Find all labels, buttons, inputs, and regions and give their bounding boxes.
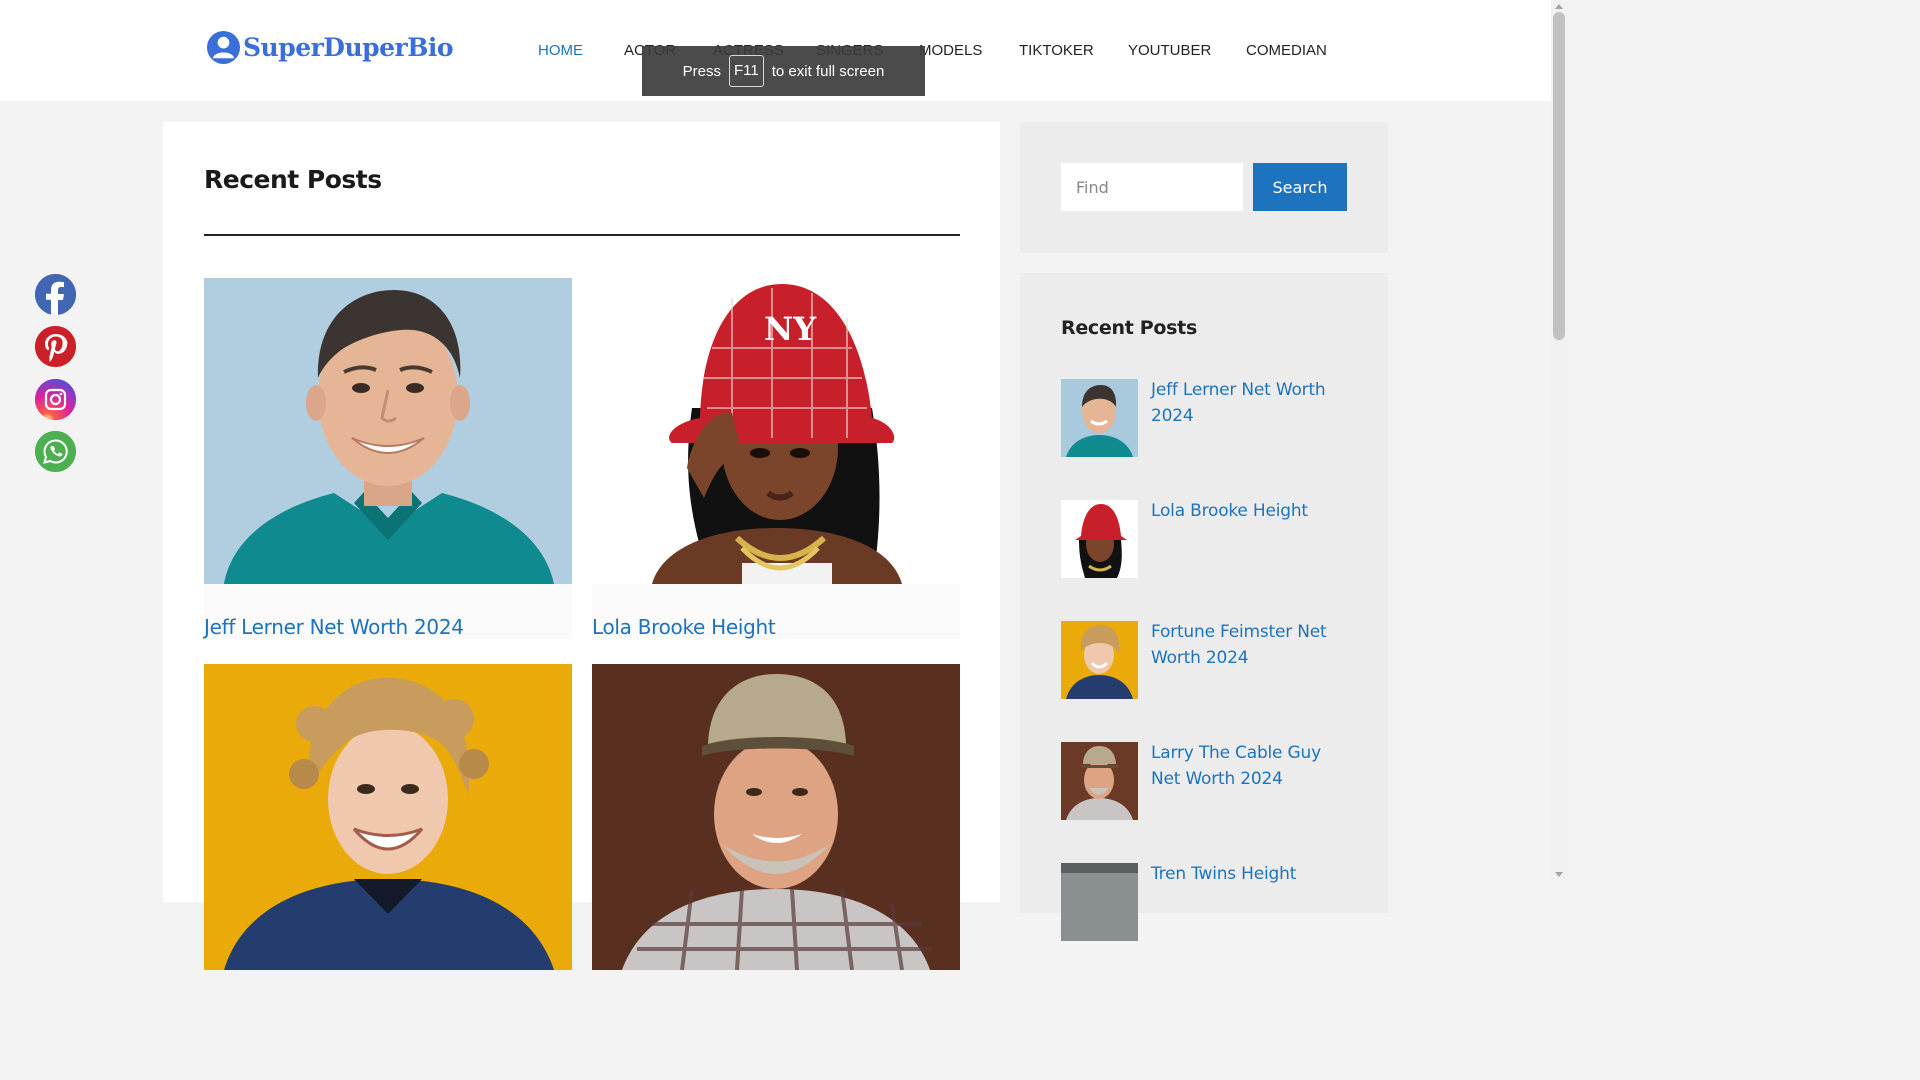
search-input[interactable] (1061, 163, 1243, 211)
post-thumbnail[interactable]: NY (592, 278, 960, 584)
post-card (204, 664, 572, 970)
scrollbar-thumb[interactable] (1553, 12, 1565, 340)
sidebar-post-thumbnail[interactable] (1061, 742, 1138, 820)
sidebar-search-widget: Search (1020, 122, 1388, 253)
nav-item-models[interactable]: MODELS (919, 42, 982, 59)
sidebar-recent-posts: Recent Posts Jeff Lerner Net Worth 2024 … (1020, 273, 1388, 941)
post-title-link[interactable]: Jeff Lerner Net Worth 2024 (204, 615, 464, 639)
sidebar-post-thumbnail[interactable] (1061, 379, 1138, 457)
nav-item-home[interactable]: HOME (538, 42, 583, 59)
pinterest-share-button[interactable] (35, 326, 76, 367)
instagram-icon (35, 379, 76, 420)
portrait-man-cap-plaid-shirt-image (592, 664, 960, 970)
whatsapp-icon (35, 431, 76, 472)
fullscreen-notice: Press F11 to exit full screen (642, 46, 925, 96)
sidebar-post-item: Larry The Cable Guy Net Worth 2024 (1061, 742, 1351, 820)
facebook-share-button[interactable] (35, 274, 76, 315)
sidebar-post-thumbnail[interactable] (1061, 863, 1138, 941)
nav-item-comedian[interactable]: COMEDIAN (1246, 42, 1327, 59)
portrait-woman-red-bucket-hat-image: NY (592, 278, 960, 584)
svg-text:NY: NY (764, 310, 817, 348)
sidebar-title: Recent Posts (1061, 317, 1197, 339)
sidebar-post-item: Lola Brooke Height (1061, 500, 1351, 578)
sidebar-post-item: Tren Twins Height (1061, 863, 1351, 941)
scroll-down-icon[interactable] (1555, 872, 1563, 877)
main-content: Recent Posts Jeff Lerner Net Worth 2024 … (163, 122, 1000, 970)
logo-text: SuperDuperBio (243, 33, 454, 62)
sidebar-post-link[interactable]: Fortune Feimster Net Worth 2024 (1151, 619, 1351, 671)
sidebar-post-thumbnail[interactable] (1061, 500, 1138, 578)
page-title: Recent Posts (204, 165, 382, 194)
sidebar-thumb-image (1061, 863, 1138, 941)
sidebar-thumb-image (1061, 500, 1138, 578)
fullscreen-key: F11 (729, 55, 764, 87)
sidebar-post-item: Fortune Feimster Net Worth 2024 (1061, 621, 1351, 699)
portrait-man-teal-polo-image (204, 278, 572, 584)
post-caption: Lola Brooke Height (592, 584, 960, 639)
fullscreen-notice-after: to exit full screen (771, 62, 885, 80)
whatsapp-share-button[interactable] (35, 431, 76, 472)
sidebar-post-thumbnail[interactable] (1061, 621, 1138, 699)
fullscreen-notice-before: Press (682, 62, 722, 80)
post-title-link[interactable]: Lola Brooke Height (592, 615, 776, 639)
sidebar-post-link[interactable]: Tren Twins Height (1151, 861, 1351, 887)
post-card (592, 664, 960, 970)
post-thumbnail[interactable] (592, 664, 960, 970)
nav-item-youtuber[interactable]: YOUTUBER (1128, 42, 1211, 59)
sidebar-post-link[interactable]: Lola Brooke Height (1151, 498, 1351, 524)
instagram-share-button[interactable] (35, 379, 76, 420)
user-circle-icon (206, 30, 241, 65)
post-card: Jeff Lerner Net Worth 2024 (204, 278, 572, 639)
post-caption: Jeff Lerner Net Worth 2024 (204, 584, 572, 639)
post-thumbnail[interactable] (204, 664, 572, 970)
portrait-woman-curly-hair-yellow-bg-image (204, 664, 572, 970)
search-button[interactable]: Search (1253, 163, 1347, 211)
sidebar-post-link[interactable]: Larry The Cable Guy Net Worth 2024 (1151, 740, 1351, 792)
page-scrollbar[interactable] (1551, 0, 1568, 882)
sidebar-post-item: Jeff Lerner Net Worth 2024 (1061, 379, 1351, 457)
pinterest-icon (35, 326, 76, 367)
nav-item-tiktoker[interactable]: TIKTOKER (1019, 42, 1094, 59)
sidebar-thumb-image (1061, 621, 1138, 699)
sidebar-post-link[interactable]: Jeff Lerner Net Worth 2024 (1151, 377, 1351, 429)
site-logo[interactable]: SuperDuperBio (206, 30, 454, 65)
scroll-up-icon[interactable] (1555, 4, 1563, 9)
post-thumbnail[interactable] (204, 278, 572, 584)
facebook-icon (35, 274, 76, 315)
sidebar-thumb-image (1061, 742, 1138, 820)
post-card: NY Lola Brooke Height (592, 278, 960, 639)
sidebar-thumb-image (1061, 379, 1138, 457)
title-divider (204, 234, 960, 236)
